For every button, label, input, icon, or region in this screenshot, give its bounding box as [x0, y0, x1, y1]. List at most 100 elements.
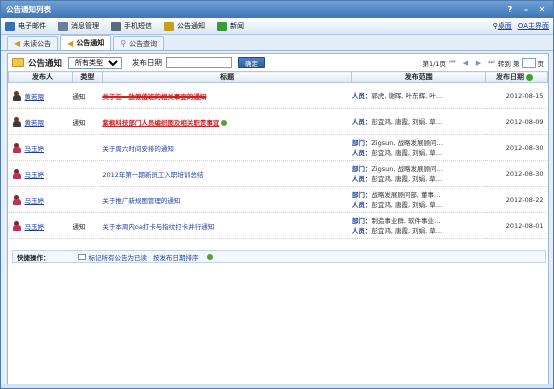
last-page-icon[interactable]: ⏭ [487, 58, 496, 67]
scope-key: 部门： [351, 216, 372, 225]
publisher-link[interactable]: 马玉婷 [25, 143, 45, 153]
scope-line: 人员：彭宜鸿, 唐霞, 刘娟, 草… [352, 117, 486, 127]
scope-line: 部门：Zigsun, 战略发展顾问… [352, 138, 486, 148]
scope-value: Zigsun, 战略发展顾问… [371, 138, 443, 147]
scope-cell: 人员：彭宜鸿, 唐霞, 刘娟, 草… [351, 108, 486, 135]
header-publisher[interactable]: 发布人 [8, 71, 73, 83]
scope-key: 人员： [351, 117, 372, 126]
menu-item-0[interactable]: 电子邮件 [5, 21, 46, 31]
scope-value: 彭宜鸿, 唐霞, 刘娟, 草… [371, 226, 443, 235]
date-label: 发布日期 [132, 58, 163, 67]
page-unit: 页 [537, 59, 545, 68]
shortcut-0[interactable]: ⚲ 桌面 [493, 21, 512, 31]
scope-line: 人员：彭宜鸿, 唐霞, 刘娟, 草… [352, 174, 486, 184]
scope-key: 人员： [351, 174, 372, 183]
prev-page-icon[interactable]: ◀ [461, 59, 470, 67]
goto-label: 转到 第 [497, 59, 520, 68]
sort-by-date-link[interactable]: 按发布日期排序 [153, 252, 199, 262]
publisher-link[interactable]: 黄若隈 [25, 91, 45, 101]
shortcut-link[interactable]: 桌面 [498, 21, 512, 31]
tab-1[interactable]: ◀ 公告通知 [60, 35, 112, 50]
menu-item-label: 电子邮件 [18, 22, 46, 30]
date-cell: 2012-08-22 [485, 186, 548, 213]
speaker-icon: ◀ [14, 39, 21, 48]
folder-icon [12, 58, 24, 67]
table-row[interactable]: 黄若隈 通知 关于五一放假值班的相关事宜的通知 人员：郭虎, 谢晖, 叶东辉, … [8, 82, 548, 109]
title-link[interactable]: 关于推广新规图管理的通知 [102, 197, 180, 205]
date-cell: 2012-08-09 [485, 108, 548, 135]
app-window: 公告通知列表 ? – ✕ 电子邮件 消息管理 手机短信 公告通知 新闻 ⚲ 桌面 OA主界面… [0, 0, 554, 389]
confirm-button[interactable]: 确定 [238, 57, 266, 68]
tab-0[interactable]: ◀ 未读公告 [7, 36, 59, 50]
date-input[interactable] [166, 57, 233, 68]
shortcut-1[interactable]: OA主界面 [518, 21, 549, 31]
scope-line: 部门：战略发展顾问部, 董事… [352, 190, 486, 200]
header-date-label: 发布日期 [496, 73, 525, 81]
title-link[interactable]: 2012年第一期新员工入职培训总结 [102, 171, 203, 179]
menu-item-1[interactable]: 消息管理 [58, 21, 99, 31]
type-cell [72, 134, 103, 161]
shortcut-link[interactable]: OA主界面 [518, 21, 549, 31]
window-title: 公告通知列表 [6, 5, 51, 14]
header-scope[interactable]: 发布范围 [351, 71, 487, 83]
first-page-icon[interactable]: ⏮ [448, 58, 457, 67]
scope-value: 制造事业群, 软件事业… [371, 216, 441, 225]
table-row[interactable]: 黄若隈 通知 紫枫科技部门人员编织图及相关职责事宜 人员：彭宜鸿, 唐霞, 刘娟… [8, 108, 548, 135]
person-icon [12, 116, 21, 127]
menu-item-4[interactable]: 新闻 [217, 21, 244, 31]
title-link[interactable]: 关于本周内oa打卡与指纹打卡并行通知 [102, 223, 214, 231]
type-cell [72, 186, 103, 213]
header-type[interactable]: 类型 [71, 71, 103, 83]
pager: 第1/1页 ⏮ ◀ ▶ ⏭ 转到 第 页 [422, 57, 545, 68]
scope-key: 人员： [351, 91, 372, 100]
panel-title: 公告通知 [28, 58, 63, 69]
date-cell: 2012-08-30 [485, 134, 548, 161]
quick-actions-label: 快捷操作： [17, 253, 50, 262]
scope-value: 郭虎, 谢晖, 叶东辉, 叶… [371, 91, 443, 100]
menu-item-label: 消息管理 [71, 22, 99, 30]
next-page-icon[interactable]: ▶ [474, 59, 483, 67]
tab-label: 公告查询 [129, 39, 158, 48]
type-cell: 通知 [72, 108, 103, 135]
scope-cell: 部门：战略发展顾问部, 董事… 人员：彭宜鸿, 唐霞, 刘娟, 草… [351, 186, 486, 213]
phone-icon [111, 21, 121, 31]
tab-bar: ◀ 未读公告 ◀ 公告通知 ⚲ 公告查询 [1, 35, 553, 51]
type-select[interactable]: 所有类型 [68, 56, 123, 69]
tab-2[interactable]: ⚲ 公告查询 [113, 36, 165, 50]
menu-item-3[interactable]: 公告通知 [164, 21, 205, 31]
type-cell: 通知 [72, 212, 103, 239]
scope-key: 人员： [351, 226, 372, 235]
scope-key: 部门： [351, 190, 372, 199]
scope-cell: 部门：制造事业群, 软件事业… 人员：彭宜鸿, 唐霞, 刘娟, 草… [351, 212, 486, 239]
menu-item-2[interactable]: 手机短信 [111, 21, 152, 31]
table-row[interactable]: 马玉婷 通知 关于本周内oa打卡与指纹打卡并行通知 部门：制造事业群, 软件事业… [8, 212, 548, 239]
publisher-link[interactable]: 马玉婷 [25, 221, 45, 231]
table-row[interactable]: 马玉婷 2012年第一期新员工入职培训总结 部门：Zigsun, 战略发展顾问…… [8, 160, 548, 187]
scope-cell: 部门：Zigsun, 战略发展顾问… 人员：彭宜鸿, 唐霞, 刘娟, 草… [351, 134, 486, 161]
speaker-icon: ◀ [67, 38, 74, 48]
title-link[interactable]: 关于周六时间安排的通知 [102, 145, 174, 153]
scope-value: 彭宜鸿, 唐霞, 刘娟, 草… [371, 174, 443, 183]
table-row[interactable]: 马玉婷 关于推广新规图管理的通知 部门：战略发展顾问部, 董事… 人员：彭宜鸿, … [8, 186, 548, 213]
title-link[interactable]: 紫枫科技部门人员编织图及相关职责事宜 [102, 119, 219, 127]
person-icon [12, 194, 21, 205]
publisher-link[interactable]: 马玉婷 [25, 169, 45, 179]
header-date[interactable]: 发布日期 [485, 71, 548, 83]
minimize-icon[interactable]: – [520, 5, 532, 15]
close-icon[interactable]: ✕ [536, 5, 548, 15]
page-input[interactable] [521, 57, 536, 68]
type-cell: 通知 [72, 82, 103, 109]
mark-all-read-link[interactable]: 标记所有公告为已读 [89, 252, 148, 262]
table-row[interactable]: 马玉婷 关于周六时间安排的通知 部门：Zigsun, 战略发展顾问… 人员：彭宜鸿… [8, 134, 548, 161]
scope-cell: 人员：郭虎, 谢晖, 叶东辉, 叶… [351, 82, 486, 109]
header-title[interactable]: 标题 [101, 71, 353, 83]
tab-label: 公告通知 [76, 39, 105, 47]
arrow-icon [206, 253, 213, 260]
speaker-icon [164, 21, 174, 31]
publisher-link[interactable]: 黄若隈 [25, 117, 45, 127]
menu-item-label: 手机短信 [124, 22, 152, 30]
scope-key: 部门： [351, 138, 372, 147]
help-icon[interactable]: ? [504, 5, 516, 15]
title-link[interactable]: 关于五一放假值班的相关事宜的通知 [102, 93, 206, 101]
publisher-link[interactable]: 马玉婷 [25, 195, 45, 205]
